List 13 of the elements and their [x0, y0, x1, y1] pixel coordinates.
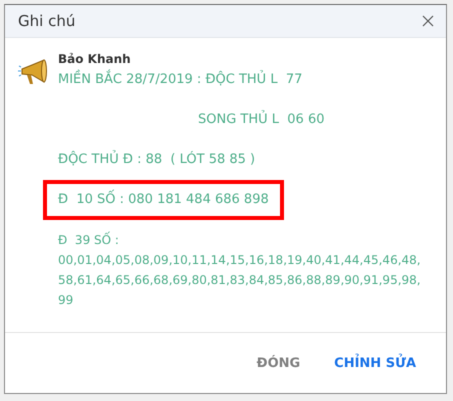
close-button[interactable]: ĐÓNG	[256, 352, 300, 374]
note-line: MIỀN BẮC 28/7/2019 : ĐỘC THỦ L 77	[58, 70, 302, 90]
note-line: ĐỘC THỦ Đ : 88 ( LÓT 58 85 )	[58, 150, 256, 169]
note-line: Đ 39 SỐ :	[58, 230, 119, 249]
note-line: 99	[58, 292, 74, 309]
window-title: Ghi chú	[18, 12, 76, 30]
note-line: 58,61,64,65,66,68,69,80,81,83,84,85,86,88,89,90,91,95,98,	[58, 272, 421, 289]
author-name: Bảo Khanh	[58, 52, 132, 66]
close-icon[interactable]	[422, 15, 434, 27]
edit-button[interactable]: CHỈNH SỬA	[334, 352, 416, 374]
note-line: SONG THỦ L 06 60	[198, 110, 325, 129]
megaphone-icon	[18, 58, 48, 86]
note-line: 00,01,04,05,08,09,10,11,14,15,16,18,19,40,41,44,45,46,48,	[58, 252, 421, 269]
